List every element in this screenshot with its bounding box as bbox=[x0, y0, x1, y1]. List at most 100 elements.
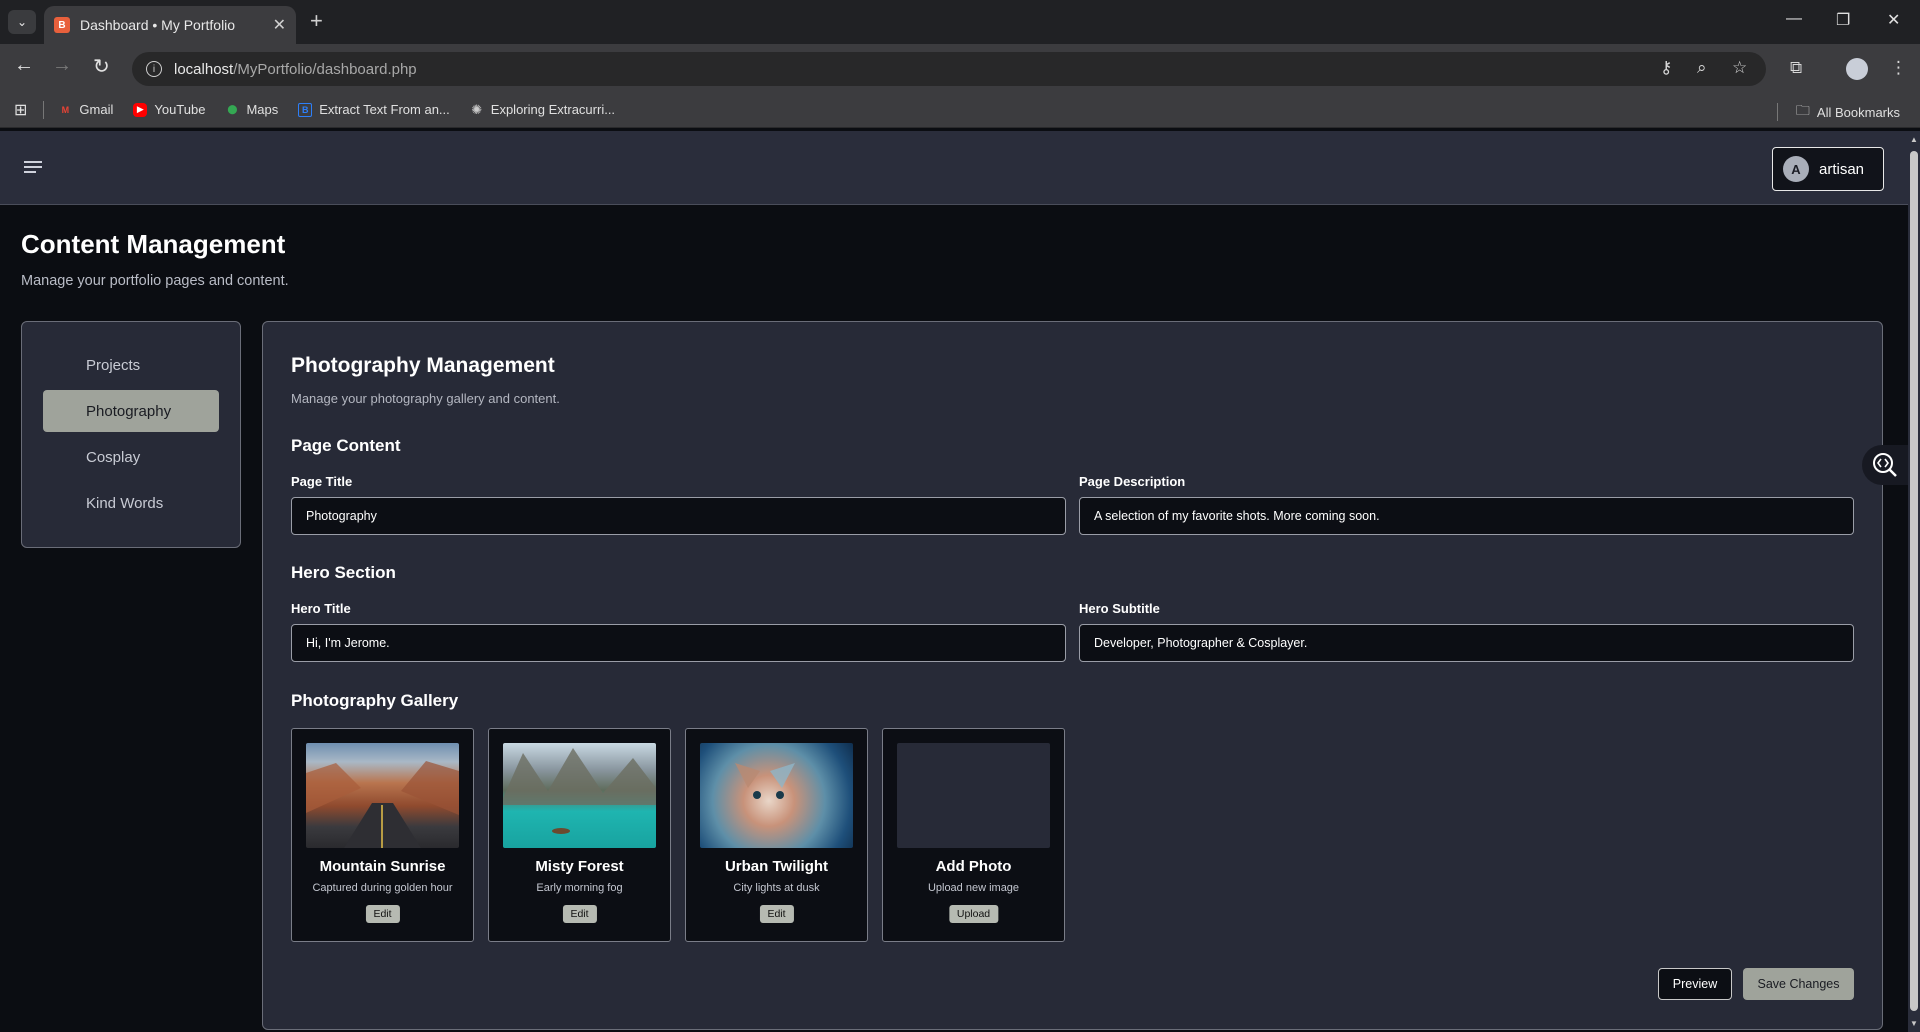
card-caption: City lights at dusk bbox=[733, 882, 820, 894]
back-icon[interactable]: ← bbox=[14, 54, 34, 77]
bookmark-maps[interactable]: ⬤ Maps bbox=[225, 102, 278, 117]
sidebar-item-photography[interactable]: Photography bbox=[43, 390, 219, 432]
extensions-icon[interactable]: ⧉ bbox=[1790, 58, 1802, 78]
bookmark-label: Gmail bbox=[79, 102, 114, 117]
openai-icon: ✺ bbox=[471, 101, 483, 117]
road-illustration bbox=[306, 761, 459, 848]
bookmarks-bar: ⊞ M Gmail ▶ YouTube ⬤ Maps B Extract Text Fr… bbox=[0, 92, 1920, 128]
hero-title-input[interactable] bbox=[291, 624, 1066, 662]
gallery-card: Mountain Sunrise Captured during golden … bbox=[291, 728, 474, 942]
card-title: Add Photo bbox=[935, 858, 1012, 875]
card-title: Urban Twilight bbox=[724, 858, 829, 875]
sidebar-item-projects[interactable]: Projects bbox=[43, 344, 219, 386]
folder-icon: 🗀 bbox=[1795, 102, 1810, 118]
gallery-heading: Photography Gallery bbox=[291, 691, 459, 710]
window-close-icon[interactable]: ✕ bbox=[1887, 10, 1900, 30]
scroll-down-icon[interactable]: ▼ bbox=[1910, 1019, 1918, 1028]
preview-button[interactable]: Preview bbox=[1658, 968, 1732, 1000]
page-title-label: Page Title bbox=[291, 474, 353, 489]
browser-tab[interactable]: B Dashboard • My Portfolio ✕ bbox=[44, 6, 296, 44]
all-bookmarks-label: All Bookmarks bbox=[1816, 104, 1900, 120]
upload-button[interactable]: Upload bbox=[948, 905, 999, 923]
page-title: Content Management bbox=[21, 229, 286, 259]
photo-thumbnail bbox=[700, 743, 853, 848]
site-info-icon[interactable]: i bbox=[146, 61, 162, 77]
card-caption: Early morning fog bbox=[536, 882, 623, 894]
bookmark-label: YouTube bbox=[154, 102, 206, 117]
scroll-thumb[interactable] bbox=[1910, 151, 1918, 1011]
gallery-card: Misty Forest Early morning fog Edit bbox=[488, 728, 671, 942]
card-title: Mountain Sunrise bbox=[319, 858, 446, 875]
save-changes-button[interactable]: Save Changes bbox=[1743, 968, 1854, 1000]
reload-icon[interactable]: ↻ bbox=[93, 54, 110, 79]
photo-thumbnail bbox=[503, 743, 656, 848]
bookmark-b-icon: B bbox=[298, 102, 313, 117]
page-description-label: Page Description bbox=[1079, 474, 1186, 489]
browser-tab-bar: ⌄ B Dashboard • My Portfolio ✕ + — ❐ ✕ bbox=[0, 0, 1920, 44]
address-bar[interactable]: i localhost/MyPortfolio/dashboard.php bbox=[132, 52, 1766, 86]
user-menu-button[interactable]: A artisan bbox=[1772, 147, 1884, 191]
bookmark-star-icon[interactable]: ☆ bbox=[1732, 58, 1747, 78]
edit-button[interactable]: Edit bbox=[562, 905, 597, 923]
restore-icon[interactable]: ❐ bbox=[1836, 10, 1850, 30]
cat-illustration bbox=[735, 763, 795, 799]
bookmark-gmail[interactable]: M Gmail bbox=[58, 102, 114, 117]
gallery-card: Urban Twilight City lights at dusk Edit bbox=[685, 728, 868, 942]
content-sidebar: Projects Photography Cosplay Kind Words bbox=[21, 321, 241, 548]
empty-photo-placeholder bbox=[897, 743, 1050, 848]
bookmark-label: Maps bbox=[246, 102, 279, 117]
all-bookmarks-button[interactable]: 🗀 All Bookmarks bbox=[1776, 100, 1900, 124]
bookmark-youtube[interactable]: ▶ YouTube bbox=[133, 102, 205, 117]
user-name: artisan bbox=[1819, 160, 1865, 178]
hero-subtitle-input[interactable] bbox=[1079, 624, 1854, 662]
bookmark-exploring[interactable]: ✺ Exploring Extracurri... bbox=[470, 101, 616, 118]
bookmark-label: Exploring Extracurri... bbox=[490, 102, 616, 117]
password-key-icon[interactable]: ⚷ bbox=[1660, 58, 1672, 78]
maps-icon: ⬤ bbox=[227, 104, 238, 114]
page-scrollbar[interactable]: ▲ ▼ bbox=[1908, 131, 1920, 1032]
profile-avatar-icon[interactable] bbox=[1846, 58, 1868, 80]
url-host: localhost bbox=[174, 60, 234, 78]
card-caption: Upload new image bbox=[927, 882, 1020, 894]
inspect-tool-button[interactable] bbox=[1862, 445, 1908, 485]
more-menu-icon[interactable]: ⋮ bbox=[1890, 58, 1907, 78]
chevron-down-icon: ⌄ bbox=[16, 15, 28, 29]
apps-grid-icon[interactable]: ⊞ bbox=[14, 100, 27, 120]
hero-subtitle-label: Hero Subtitle bbox=[1079, 601, 1160, 616]
lake-illustration bbox=[503, 748, 656, 834]
card-title: Misty Forest bbox=[535, 858, 624, 875]
divider bbox=[1776, 103, 1778, 121]
page-subtitle: Manage your portfolio pages and content. bbox=[21, 273, 289, 289]
page-description-input[interactable] bbox=[1079, 497, 1854, 535]
hero-section-heading: Hero Section bbox=[291, 563, 396, 582]
section-subtitle: Manage your photography gallery and cont… bbox=[291, 391, 560, 406]
tab-title: Dashboard • My Portfolio bbox=[80, 17, 236, 33]
section-title: Photography Management bbox=[291, 354, 555, 377]
minimize-icon[interactable]: — bbox=[1786, 10, 1802, 28]
photo-thumbnail bbox=[306, 743, 459, 848]
edit-button[interactable]: Edit bbox=[365, 905, 400, 923]
sidebar-item-cosplay[interactable]: Cosplay bbox=[43, 436, 219, 478]
card-caption: Captured during golden hour bbox=[312, 882, 453, 894]
photography-management-panel: Photography Management Manage your photo… bbox=[262, 321, 1883, 1030]
avatar: A bbox=[1783, 156, 1809, 182]
new-tab-button[interactable]: + bbox=[310, 8, 323, 34]
menu-toggle-icon[interactable] bbox=[24, 161, 42, 176]
youtube-icon: ▶ bbox=[133, 102, 148, 117]
code-search-icon bbox=[1873, 453, 1897, 477]
page-title-input[interactable] bbox=[291, 497, 1066, 535]
forward-icon[interactable]: → bbox=[52, 54, 72, 77]
app-header: A artisan bbox=[0, 131, 1908, 205]
bookmark-label: Extract Text From an... bbox=[319, 102, 450, 117]
edit-button[interactable]: Edit bbox=[759, 905, 794, 923]
sidebar-item-kind-words[interactable]: Kind Words bbox=[43, 482, 219, 524]
favicon-icon: B bbox=[54, 17, 70, 33]
bookmark-extract-text[interactable]: B Extract Text From an... bbox=[298, 102, 450, 117]
tab-search-button[interactable]: ⌄ bbox=[8, 10, 36, 34]
scroll-up-icon[interactable]: ▲ bbox=[1910, 135, 1918, 144]
zoom-icon[interactable]: ⌕ bbox=[1697, 58, 1707, 78]
hero-title-label: Hero Title bbox=[291, 601, 351, 616]
divider bbox=[43, 100, 45, 119]
close-icon[interactable]: ✕ bbox=[273, 15, 286, 35]
gmail-icon: M bbox=[61, 104, 70, 115]
